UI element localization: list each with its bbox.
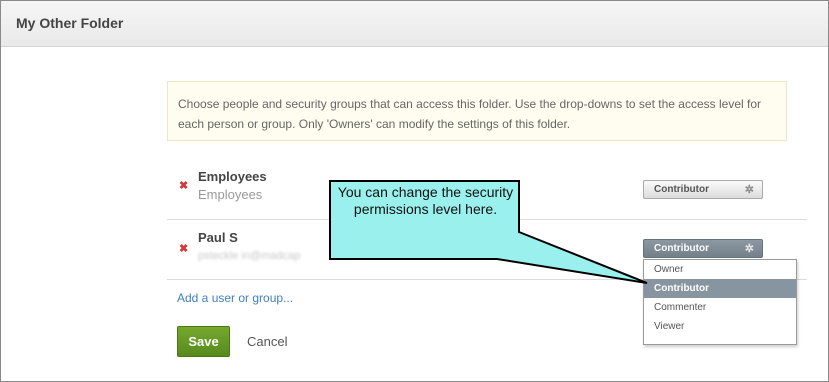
permission-value: Contributor: [654, 243, 709, 254]
permission-dropdown-open[interactable]: Contributor ✲: [643, 239, 763, 258]
member-name: Paul S: [198, 230, 238, 245]
save-button[interactable]: Save: [177, 326, 230, 357]
member-name: Employees: [198, 169, 267, 184]
menu-item-contributor[interactable]: Contributor: [644, 279, 796, 298]
callout-text: You can change the security permissions …: [337, 184, 514, 217]
menu-item-commenter[interactable]: Commenter: [644, 298, 796, 317]
gear-icon: ✲: [744, 184, 754, 196]
add-user-or-group-link[interactable]: Add a user or group...: [177, 291, 293, 305]
member-email: psteckle in@madcap: [198, 250, 301, 262]
menu-item-owner[interactable]: Owner: [644, 260, 796, 279]
cancel-button[interactable]: Cancel: [247, 334, 287, 349]
dialog-titlebar: My Other Folder: [1, 1, 828, 47]
permission-dropdown[interactable]: Contributor ✲: [643, 180, 763, 199]
menu-item-viewer[interactable]: Viewer: [644, 317, 796, 336]
gear-icon: ✲: [744, 243, 754, 255]
remove-x-icon[interactable]: ✖: [179, 244, 189, 255]
remove-x-icon[interactable]: ✖: [179, 181, 189, 192]
permission-menu: Owner Contributor Commenter Viewer: [643, 259, 797, 345]
access-notice: Choose people and security groups that c…: [167, 81, 787, 141]
member-subtitle: Employees: [198, 187, 263, 202]
folder-permissions-dialog: My Other Folder Choose people and securi…: [0, 0, 829, 382]
permission-value: Contributor: [654, 184, 709, 195]
dialog-title: My Other Folder: [16, 15, 124, 31]
